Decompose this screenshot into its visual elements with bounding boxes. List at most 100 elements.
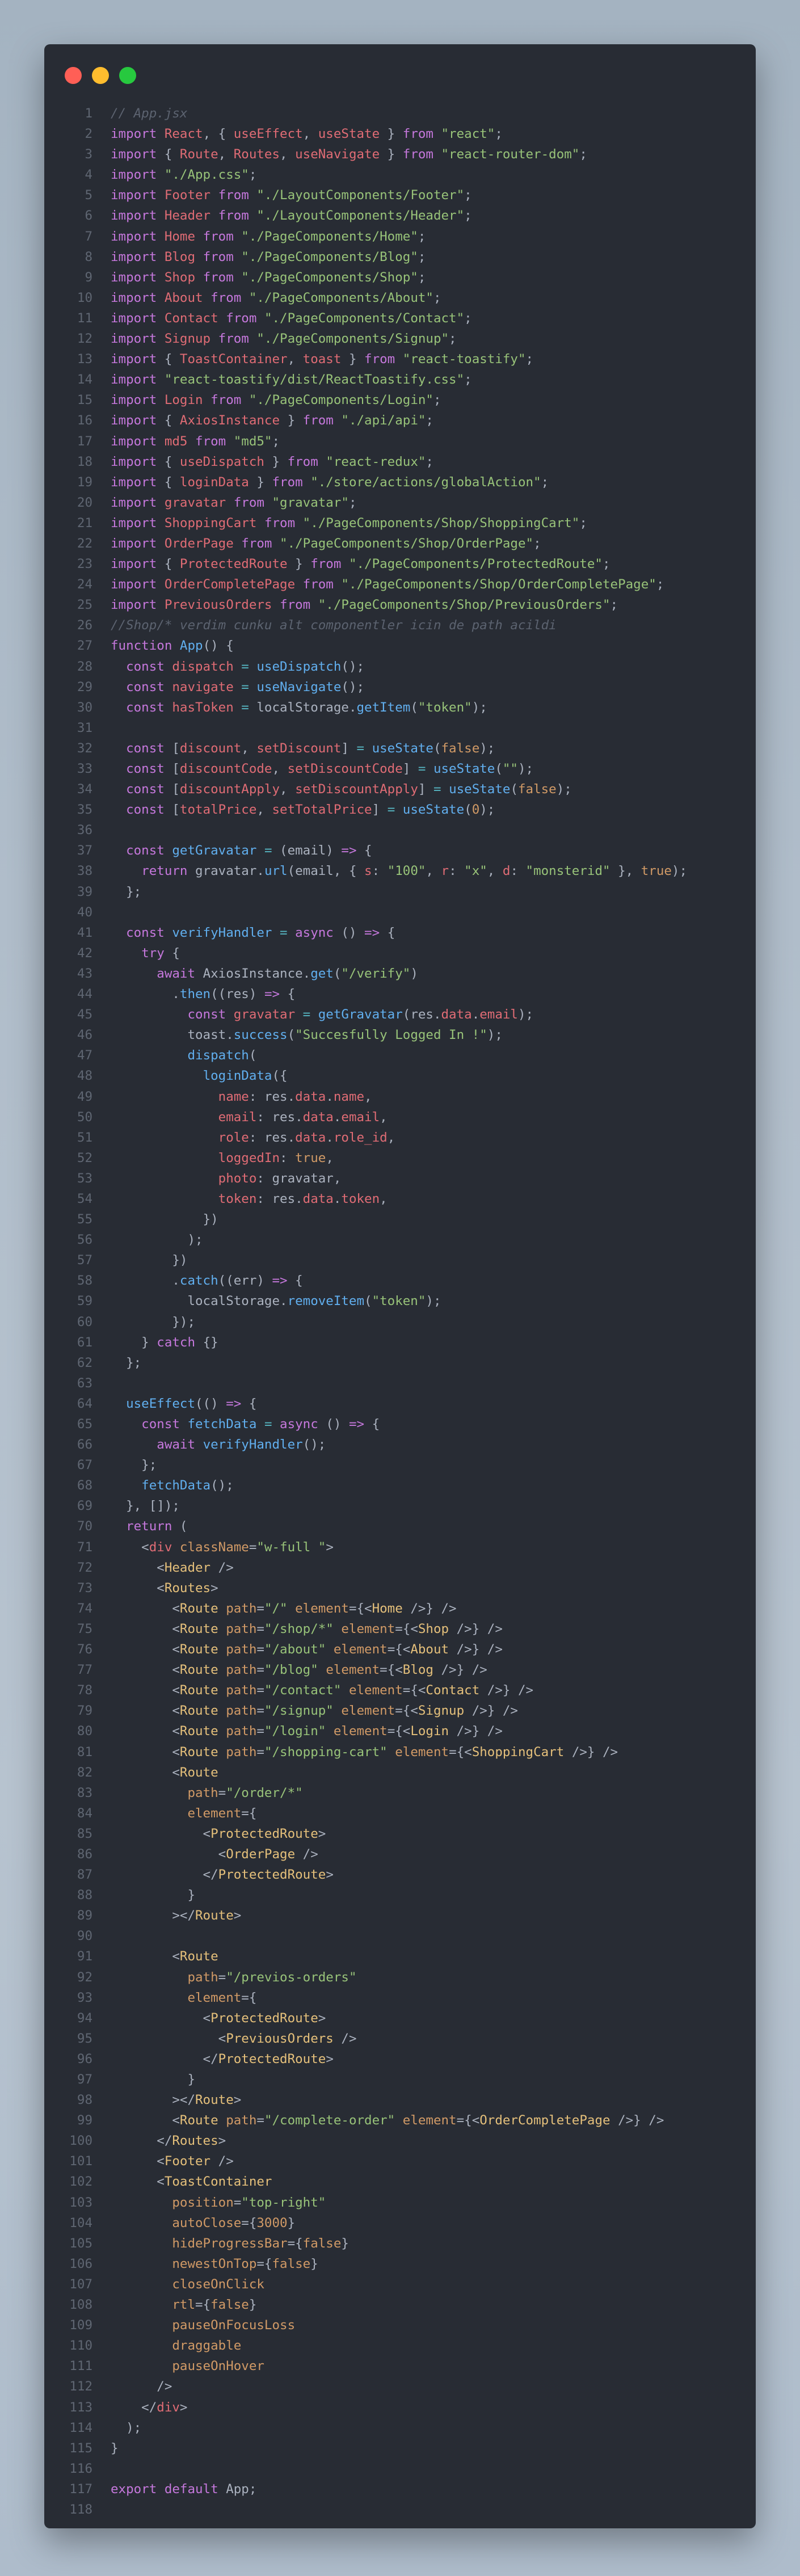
line-number: 85 bbox=[77, 1826, 92, 1841]
line-number: 72 bbox=[77, 1560, 92, 1575]
code-token: token bbox=[341, 1191, 380, 1206]
code-token: ( bbox=[410, 700, 418, 715]
code-line: 76 <Route path="/about" element={<About … bbox=[44, 1639, 756, 1660]
code-token: loginData bbox=[203, 1068, 272, 1084]
code-line: 30 const hasToken = localStorage.getItem… bbox=[44, 697, 756, 718]
code-token: > bbox=[326, 1539, 334, 1555]
code-line: 52 loggedIn: true, bbox=[44, 1148, 756, 1168]
code-token: ; bbox=[433, 393, 441, 408]
code-token: element bbox=[341, 1621, 395, 1636]
line-number: 24 bbox=[77, 577, 92, 592]
code-token: from bbox=[203, 270, 242, 285]
line-number: 52 bbox=[77, 1150, 92, 1165]
code-token: , bbox=[287, 352, 303, 367]
code-token: "./App.css" bbox=[164, 167, 249, 183]
code-token: ProtectedRoute bbox=[210, 1826, 318, 1841]
code-token: } bbox=[111, 2072, 196, 2087]
code-token: ; bbox=[541, 474, 549, 490]
code-line: 103 position="top-right" bbox=[44, 2192, 756, 2213]
code-token: catch bbox=[157, 1335, 203, 1350]
code-token: "/login" bbox=[264, 1724, 334, 1739]
code-token: = bbox=[233, 2195, 242, 2210]
code-token: < bbox=[111, 1601, 180, 1616]
code-line: 59 localStorage.removeItem("token"); bbox=[44, 1291, 756, 1311]
code-line: 63 bbox=[44, 1373, 756, 1394]
code-line: 72 <Header /> bbox=[44, 1558, 756, 1578]
code-line: 83 path="/order/*" bbox=[44, 1783, 756, 1803]
line-number: 51 bbox=[77, 1130, 92, 1145]
code-token: . bbox=[333, 1191, 342, 1206]
line-number: 58 bbox=[77, 1273, 92, 1289]
line-number: 3 bbox=[85, 147, 92, 162]
code-token: = bbox=[218, 1785, 226, 1800]
code-token: useEffect bbox=[126, 1396, 196, 1411]
code-line: 91 <Route bbox=[44, 1946, 756, 1967]
code-token: = bbox=[418, 761, 433, 776]
code-token: AxiosInstance bbox=[179, 413, 280, 428]
code-token: element bbox=[187, 1990, 242, 2005]
zoom-window-button[interactable] bbox=[119, 67, 136, 84]
code-token: "./PageComponents/Home" bbox=[241, 229, 418, 244]
code-token: App bbox=[179, 638, 203, 654]
line-number: 70 bbox=[77, 1519, 92, 1534]
window-titlebar bbox=[44, 44, 756, 100]
code-token: = bbox=[241, 679, 257, 694]
code-token: />} /> bbox=[441, 1662, 487, 1678]
code-line: 32 const [discount, setDiscount] = useSt… bbox=[44, 738, 756, 759]
code-token: discountApply bbox=[179, 782, 280, 797]
code-line: 47 dispatch( bbox=[44, 1045, 756, 1066]
code-token: > bbox=[233, 1908, 242, 1923]
code-token: "/complete-order" bbox=[264, 2113, 403, 2128]
line-number: 37 bbox=[77, 843, 92, 858]
line-number: 44 bbox=[77, 987, 92, 1002]
code-token: async bbox=[280, 1417, 326, 1432]
line-number: 39 bbox=[77, 884, 92, 899]
code-token: "./PageComponents/ProtectedRoute" bbox=[348, 557, 603, 572]
code-line: 13 import { ToastContainer, toast } from … bbox=[44, 349, 756, 369]
code-token: < bbox=[111, 2031, 226, 2046]
code-token: { bbox=[164, 413, 180, 428]
code-token: Route bbox=[179, 2113, 226, 2128]
code-token: data bbox=[295, 1130, 326, 1145]
code-token: fetchData bbox=[141, 1478, 211, 1493]
code-token: element bbox=[187, 1805, 242, 1821]
code-token: md5 bbox=[164, 433, 196, 449]
code-token: React bbox=[164, 127, 203, 142]
code-line: 71 <div className="w-full "> bbox=[44, 1537, 756, 1558]
code-token: path bbox=[226, 1642, 257, 1657]
code-token: from bbox=[218, 188, 257, 203]
code-token: gravatar bbox=[233, 1007, 303, 1022]
code-token: ); bbox=[111, 1232, 203, 1248]
code-token: { bbox=[287, 987, 296, 1002]
code-token: ; bbox=[579, 515, 587, 531]
code-token: : res. bbox=[256, 1191, 303, 1206]
code-token: : bbox=[372, 864, 388, 879]
code-line: 16 import { AxiosInstance } from "./api/a… bbox=[44, 410, 756, 431]
code-line: 44 .then((res) => { bbox=[44, 984, 756, 1004]
code-token: ProtectedRoute bbox=[179, 557, 288, 572]
line-number: 11 bbox=[77, 310, 92, 326]
line-number: 46 bbox=[77, 1028, 92, 1043]
code-token: = bbox=[256, 1703, 264, 1719]
code-token: = bbox=[264, 1417, 280, 1432]
close-window-button[interactable] bbox=[65, 67, 82, 84]
code-token: , bbox=[280, 147, 296, 162]
code-token: Route bbox=[195, 1908, 234, 1923]
code-token: async bbox=[295, 925, 342, 940]
code-line: 90 bbox=[44, 1926, 756, 1946]
code-token: } bbox=[341, 352, 365, 367]
code-token: Route bbox=[195, 2093, 234, 2108]
code-token: path bbox=[226, 1744, 257, 1760]
minimize-window-button[interactable] bbox=[92, 67, 109, 84]
code-token: < bbox=[111, 2113, 180, 2128]
code-line: 15 import Login from "./PageComponents/Lo… bbox=[44, 390, 756, 410]
code-token: /> bbox=[302, 1846, 318, 1862]
code-line: 2 import React, { useEffect, useState } f… bbox=[44, 124, 756, 144]
